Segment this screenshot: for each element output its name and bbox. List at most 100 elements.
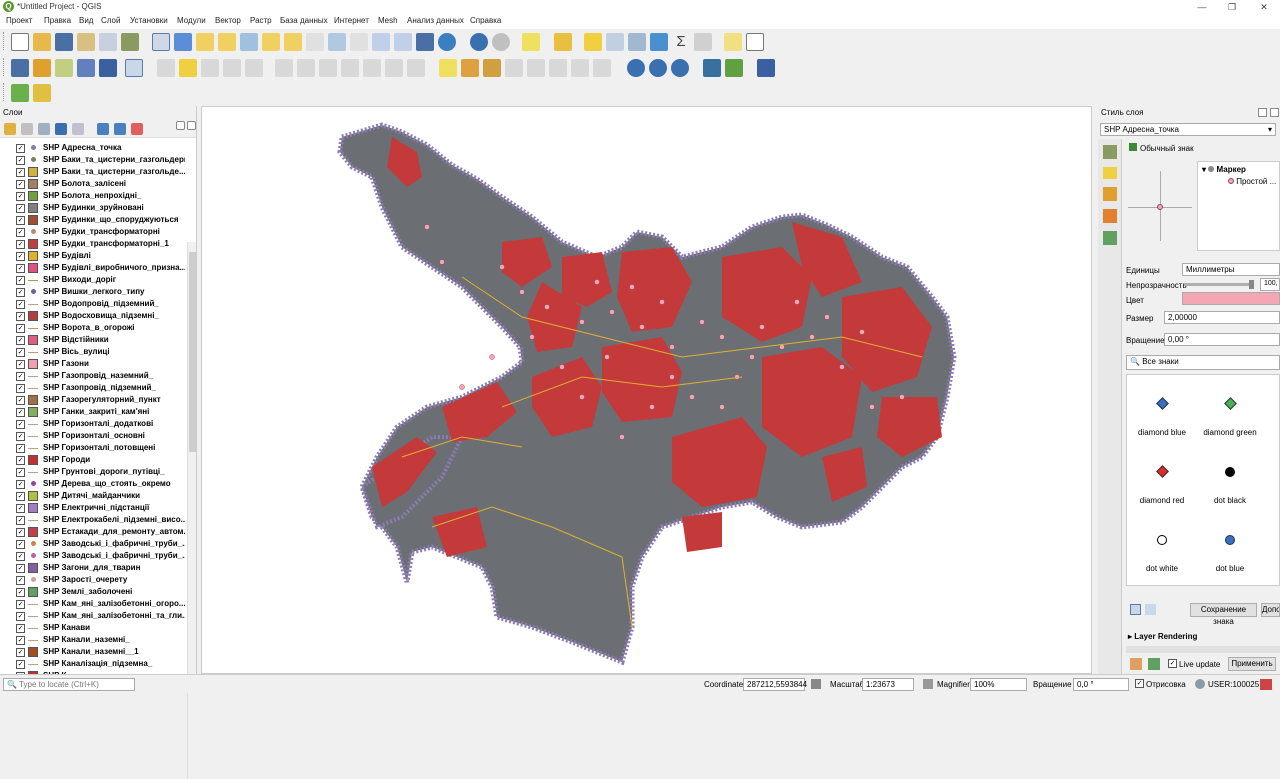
show-labels-icon[interactable]	[527, 59, 545, 77]
layer-item[interactable]: ✓ SHP Грунтові_дороги_путівці_	[16, 466, 186, 478]
layer-visibility-checkbox[interactable]: ✓	[16, 168, 25, 177]
rotate-label-icon[interactable]	[571, 59, 589, 77]
toggle-edit-icon[interactable]	[179, 59, 197, 77]
new-layer-icon[interactable]	[33, 59, 51, 77]
layer-visibility-checkbox[interactable]: ✓	[16, 180, 25, 189]
layer-item[interactable]: ✓ SHP Зарості_очерету	[16, 574, 186, 586]
layer-item[interactable]: ✓ SHP Газопровід_підземний_	[16, 382, 186, 394]
filter-expr-icon[interactable]	[72, 123, 84, 135]
data-source-manager-icon[interactable]	[11, 59, 29, 77]
layer-visibility-checkbox[interactable]: ✓	[16, 324, 25, 333]
layer-visibility-checkbox[interactable]: ✓	[16, 348, 25, 357]
geo-search-icon[interactable]	[627, 59, 645, 77]
layer-item[interactable]: ✓ SHP Канави	[16, 622, 186, 634]
zoom-full-icon[interactable]	[240, 33, 258, 51]
scroll-thumb[interactable]	[189, 252, 196, 452]
menu-layer[interactable]: Слой	[101, 16, 120, 25]
layer-visibility-checkbox[interactable]: ✓	[16, 312, 25, 321]
change-label-icon[interactable]	[593, 59, 611, 77]
undo-icon[interactable]	[1130, 658, 1142, 670]
minimize-button[interactable]: —	[1188, 0, 1216, 14]
tree-root[interactable]: ▾ Маркер	[1202, 165, 1246, 174]
menu-edit[interactable]: Правка	[44, 16, 71, 25]
layer-item[interactable]: ✓ SHP Відстійники	[16, 334, 186, 346]
layer-item[interactable]: ✓ SHP Канали_наземні_	[16, 634, 186, 646]
layer-visibility-checkbox[interactable]: ✓	[16, 252, 25, 261]
extents-toggle-icon[interactable]	[811, 679, 821, 689]
masks-tab-icon[interactable]	[1103, 209, 1117, 223]
zoom-native-icon[interactable]	[306, 33, 324, 51]
layer-visibility-checkbox[interactable]: ✓	[16, 456, 25, 465]
units-select[interactable]: Миллиметры	[1182, 263, 1280, 276]
menu-raster[interactable]: Растр	[250, 16, 272, 25]
layer-visibility-checkbox[interactable]: ✓	[16, 396, 25, 405]
layer-item[interactable]: ✓ SHP Заводські_і_фабричні_труби_...	[16, 538, 186, 550]
layer-item[interactable]: ✓ SHP Будинки_що_споруджуються	[16, 214, 186, 226]
close-button[interactable]: ✕	[1250, 0, 1278, 14]
layout-icon[interactable]	[77, 33, 95, 51]
add-feature-icon[interactable]	[223, 59, 241, 77]
layer-visibility-checkbox[interactable]: ✓	[16, 228, 25, 237]
add-group-icon[interactable]	[21, 123, 33, 135]
temporal-icon[interactable]	[416, 33, 434, 51]
layer-visibility-checkbox[interactable]: ✓	[16, 588, 25, 597]
panel-close-icon[interactable]	[187, 121, 196, 130]
layer-visibility-checkbox[interactable]: ✓	[16, 384, 25, 393]
show-bookmarks-icon[interactable]	[394, 33, 412, 51]
layer-visibility-checkbox[interactable]: ✓	[16, 612, 25, 621]
layer-visibility-checkbox[interactable]: ✓	[16, 408, 25, 417]
add-db-icon[interactable]	[99, 59, 117, 77]
layer-item[interactable]: ✓ SHP Ганки_закриті_кам'яні	[16, 406, 186, 418]
opacity-value[interactable]: 100,	[1260, 278, 1280, 291]
open-style-icon[interactable]	[4, 123, 16, 135]
zoom-next-icon[interactable]	[350, 33, 368, 51]
move-label-icon[interactable]	[549, 59, 567, 77]
toolbox-icon[interactable]	[650, 33, 668, 51]
panel-float-icon[interactable]	[176, 121, 185, 130]
list-view-icon[interactable]	[1145, 604, 1156, 615]
crs-label[interactable]: USER:100025	[1208, 680, 1259, 689]
menu-view[interactable]: Вид	[79, 16, 93, 25]
filter-icon[interactable]	[55, 123, 67, 135]
advanced-button[interactable]: Допо	[1261, 603, 1280, 617]
layer-item[interactable]: ✓ SHP Баки_та_цистерни_газгольдери	[16, 154, 186, 166]
layer-visibility-checkbox[interactable]: ✓	[16, 240, 25, 249]
toolbar-handle[interactable]	[3, 32, 6, 50]
map-canvas[interactable]	[201, 106, 1092, 674]
layer-visibility-checkbox[interactable]: ✓	[16, 444, 25, 453]
labels-tab-icon[interactable]	[1103, 167, 1117, 179]
symbol-dot-blue[interactable]: dot blue	[1197, 519, 1263, 583]
coordinate-input[interactable]: 287212,5593844	[743, 678, 807, 691]
refresh-icon[interactable]	[438, 33, 456, 51]
layer-visibility-checkbox[interactable]: ✓	[16, 468, 25, 477]
layer-item[interactable]: ✓ SHP Вишки_легкого_типу	[16, 286, 186, 298]
expand-all-icon[interactable]	[97, 123, 109, 135]
layer-item[interactable]: ✓ SHP Горизонталі_основні	[16, 430, 186, 442]
menu-web[interactable]: Интернет	[334, 16, 369, 25]
zoom-selection-icon[interactable]	[262, 33, 280, 51]
zoom-in-icon[interactable]	[196, 33, 214, 51]
zoom-last-icon[interactable]	[328, 33, 346, 51]
icon-view-icon[interactable]	[1130, 604, 1141, 615]
history-tab-icon[interactable]	[1103, 231, 1117, 245]
layout-manager-icon[interactable]	[99, 33, 117, 51]
tree-child[interactable]: Простой ...	[1228, 177, 1276, 186]
layer-visibility-checkbox[interactable]: ✓	[16, 552, 25, 561]
layer-visibility-checkbox[interactable]: ✓	[16, 372, 25, 381]
undo-icon[interactable]	[385, 59, 403, 77]
render-checkbox[interactable]: ✓	[1135, 679, 1144, 688]
paste-icon[interactable]	[363, 59, 381, 77]
symbol-diamond-green[interactable]: diamond green	[1197, 383, 1263, 447]
attribute-table-icon[interactable]	[606, 33, 624, 51]
select-features-icon[interactable]	[522, 33, 540, 51]
layer-visibility-checkbox[interactable]: ✓	[16, 300, 25, 309]
add-vector-icon[interactable]	[55, 59, 73, 77]
style-layer-select[interactable]: SHP Адресна_точка ▾	[1100, 123, 1276, 136]
help-icon[interactable]	[757, 59, 775, 77]
layer-visibility-checkbox[interactable]: ✓	[16, 336, 25, 345]
color-button[interactable]	[1182, 292, 1280, 305]
symbology-tab-icon[interactable]	[1103, 145, 1117, 159]
vertex-tool-icon[interactable]	[245, 59, 263, 77]
layer-visibility-checkbox[interactable]: ✓	[16, 288, 25, 297]
layer-visibility-checkbox[interactable]: ✓	[16, 492, 25, 501]
